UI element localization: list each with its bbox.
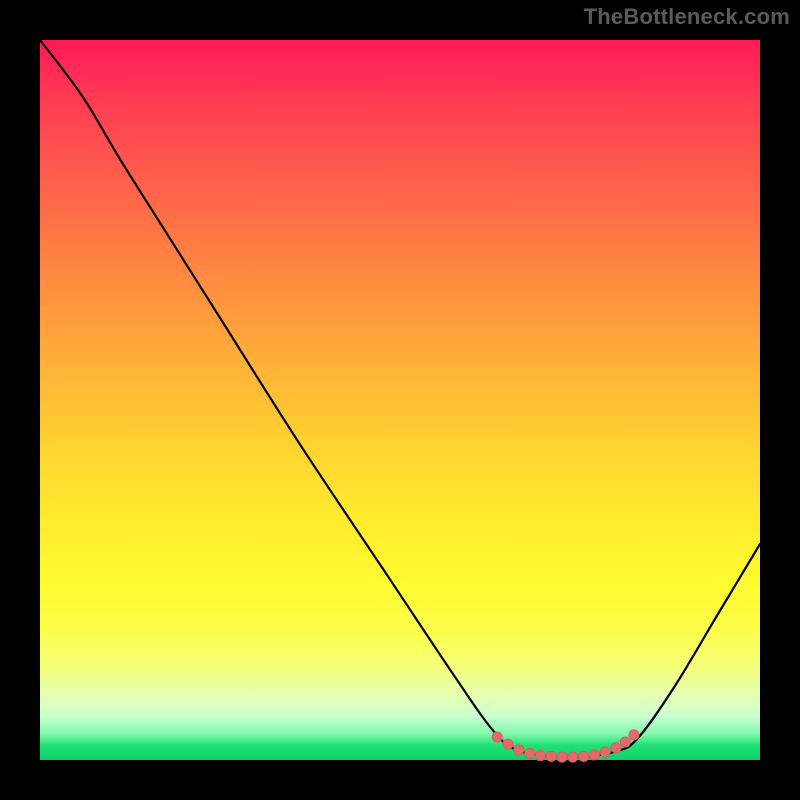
marker-dot: [611, 743, 621, 753]
marker-dot: [514, 745, 524, 755]
marker-dot: [578, 751, 588, 761]
bottleneck-curve: [40, 40, 760, 757]
marker-dot: [620, 737, 630, 747]
plot-gradient-area: [40, 40, 760, 760]
marker-dot: [589, 750, 599, 760]
curve-svg: [40, 40, 760, 760]
marker-dot: [568, 752, 578, 762]
marker-dot: [600, 747, 610, 757]
plot-frame: [30, 30, 770, 770]
marker-dot: [535, 750, 545, 760]
chart-container: TheBottleneck.com: [0, 0, 800, 800]
marker-dot: [557, 752, 567, 762]
marker-dot: [546, 751, 556, 761]
watermark-text: TheBottleneck.com: [584, 4, 790, 30]
flat-region-markers: [492, 730, 639, 763]
marker-dot: [524, 748, 534, 758]
marker-dot: [629, 730, 639, 740]
marker-dot: [492, 732, 502, 742]
marker-dot: [503, 739, 513, 749]
